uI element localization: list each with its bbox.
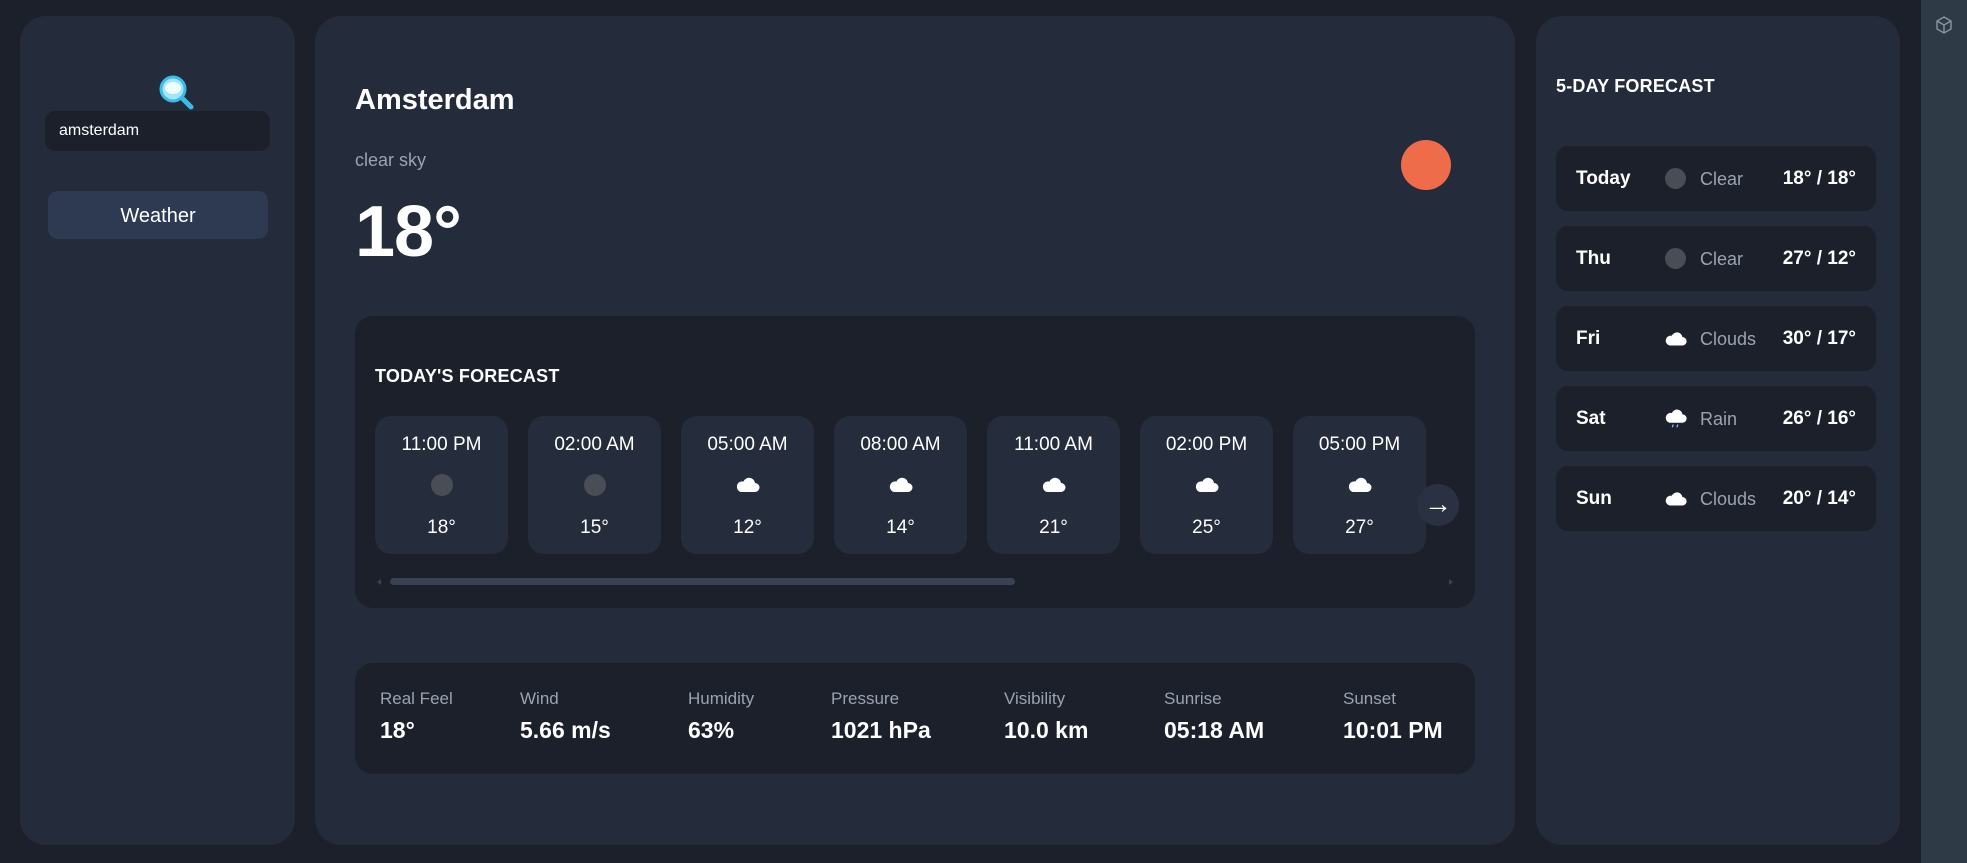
search-input[interactable] [45, 111, 270, 151]
todays-forecast-card: TODAY'S FORECAST 11:00 PM 18° 02:00 AM 1… [355, 316, 1475, 608]
rain-cloud-icon [1664, 407, 1688, 431]
clear-dot-icon [1665, 248, 1686, 269]
detail-humidity: Humidity 63% [688, 689, 754, 744]
hourly-forecast-list[interactable]: 11:00 PM 18° 02:00 AM 15° 05:00 AM 12° 0… [375, 416, 1443, 556]
scroll-right-arrow-icon[interactable] [1449, 579, 1453, 585]
hour-card: 05:00 PM 27° [1293, 416, 1426, 554]
current-temperature: 18° [355, 192, 462, 272]
hour-temp: 21° [1039, 517, 1068, 538]
day-name: Fri [1576, 328, 1601, 349]
hour-time: 11:00 PM [401, 434, 482, 455]
hour-time: 11:00 AM [1014, 434, 1093, 455]
day-condition: Clouds [1700, 489, 1757, 509]
day-row: Sat Rain 26° / 16° [1556, 386, 1876, 451]
scroll-left-arrow-icon[interactable] [377, 579, 381, 585]
day-range: 26° / 16° [1782, 408, 1856, 429]
clear-dot-icon [1665, 168, 1686, 189]
detail-visibility: Visibility 10.0 km [1004, 689, 1088, 744]
day-range: 20° / 14° [1782, 488, 1856, 509]
detail-real-feel: Real Feel 18° [380, 689, 453, 744]
day-row: Sun Clouds 20° / 14° [1556, 466, 1876, 531]
hour-card: 02:00 AM 15° [528, 416, 661, 554]
day-condition: Clouds [1700, 329, 1757, 349]
detail-label: Pressure [831, 689, 900, 708]
day-condition: Rain [1700, 409, 1738, 429]
detail-value: 10.0 km [1004, 717, 1089, 743]
hour-card: 11:00 AM 21° [987, 416, 1120, 554]
detail-label: Sunrise [1164, 689, 1222, 708]
sidebar: Weather [20, 16, 295, 845]
cloud-icon [888, 472, 914, 498]
hour-time: 05:00 AM [707, 434, 788, 455]
day-condition: Clear [1700, 169, 1744, 189]
hour-time: 02:00 PM [1165, 434, 1248, 455]
detail-value: 18° [380, 717, 415, 743]
day-range: 27° / 12° [1782, 248, 1856, 269]
main-panel: Amsterdam clear sky 18° TODAY'S FORECAST… [315, 16, 1515, 845]
hourly-scrollbar[interactable] [375, 578, 1455, 586]
hour-card: 11:00 PM 18° [375, 416, 508, 554]
weather-nav-button[interactable]: Weather [48, 191, 268, 239]
day-range: 30° / 17° [1782, 328, 1856, 349]
browser-side-strip [1921, 0, 1967, 863]
next-hours-arrow[interactable]: → [1417, 484, 1459, 526]
todays-forecast-title: TODAY'S FORECAST [375, 366, 560, 386]
day-row: Today Clear 18° / 18° [1556, 146, 1876, 211]
cloud-icon [1041, 472, 1067, 498]
day-name: Sat [1576, 408, 1606, 429]
day-name: Thu [1576, 248, 1611, 269]
weather-details-card: Real Feel 18° Wind 5.66 m/s Humidity 63%… [355, 663, 1475, 774]
hour-time: 02:00 AM [554, 434, 635, 455]
cloud-icon [735, 472, 761, 498]
hour-time: 05:00 PM [1318, 434, 1401, 455]
hour-temp: 27° [1345, 517, 1374, 538]
detail-value: 5.66 m/s [520, 717, 611, 743]
hour-card: 05:00 AM 12° [681, 416, 814, 554]
detail-value: 05:18 AM [1164, 717, 1265, 743]
detail-pressure: Pressure 1021 hPa [831, 689, 931, 744]
detail-value: 1021 hPa [831, 717, 931, 743]
hour-card: 08:00 AM 14° [834, 416, 967, 554]
cloud-icon [1664, 487, 1688, 511]
sun-dot-icon [1401, 140, 1451, 190]
cloud-icon [1194, 472, 1220, 498]
day-row: Fri Clouds 30° / 17° [1556, 306, 1876, 371]
hour-card: 02:00 PM 25° [1140, 416, 1273, 554]
cloud-icon [1664, 327, 1688, 351]
scroll-thumb[interactable] [390, 578, 1015, 585]
detail-label: Sunset [1343, 689, 1396, 708]
current-condition: clear sky [355, 150, 427, 170]
detail-value: 63% [688, 717, 735, 743]
hour-temp: 14° [886, 517, 915, 538]
hour-temp: 18° [427, 517, 456, 538]
detail-value: 10:01 PM [1343, 717, 1443, 743]
detail-label: Visibility [1004, 689, 1066, 708]
five-day-panel: 5-DAY FORECAST Today Clear 18° / 18° Thu… [1536, 16, 1900, 845]
day-name: Sun [1576, 488, 1612, 509]
day-row: Thu Clear 27° / 12° [1556, 226, 1876, 291]
cube-icon[interactable] [1933, 14, 1955, 36]
detail-label: Real Feel [380, 689, 453, 708]
hour-temp: 25° [1192, 517, 1221, 538]
magnifier-icon [156, 72, 200, 116]
day-range: 18° / 18° [1782, 168, 1856, 189]
detail-wind: Wind 5.66 m/s [520, 689, 611, 744]
detail-label: Humidity [688, 689, 755, 708]
day-name: Today [1576, 168, 1631, 189]
hour-time: 08:00 AM [860, 434, 941, 455]
five-day-title: 5-DAY FORECAST [1556, 76, 1715, 96]
clear-dot-icon [583, 474, 606, 496]
cloud-icon [1347, 472, 1373, 498]
hour-temp: 15° [580, 517, 609, 538]
detail-sunrise: Sunrise 05:18 AM [1164, 689, 1264, 744]
hour-temp: 12° [733, 517, 762, 538]
detail-label: Wind [520, 689, 559, 708]
city-name: Amsterdam [355, 84, 515, 116]
day-condition: Clear [1700, 249, 1744, 269]
clear-dot-icon [430, 474, 453, 496]
detail-sunset: Sunset 10:01 PM [1343, 689, 1443, 744]
